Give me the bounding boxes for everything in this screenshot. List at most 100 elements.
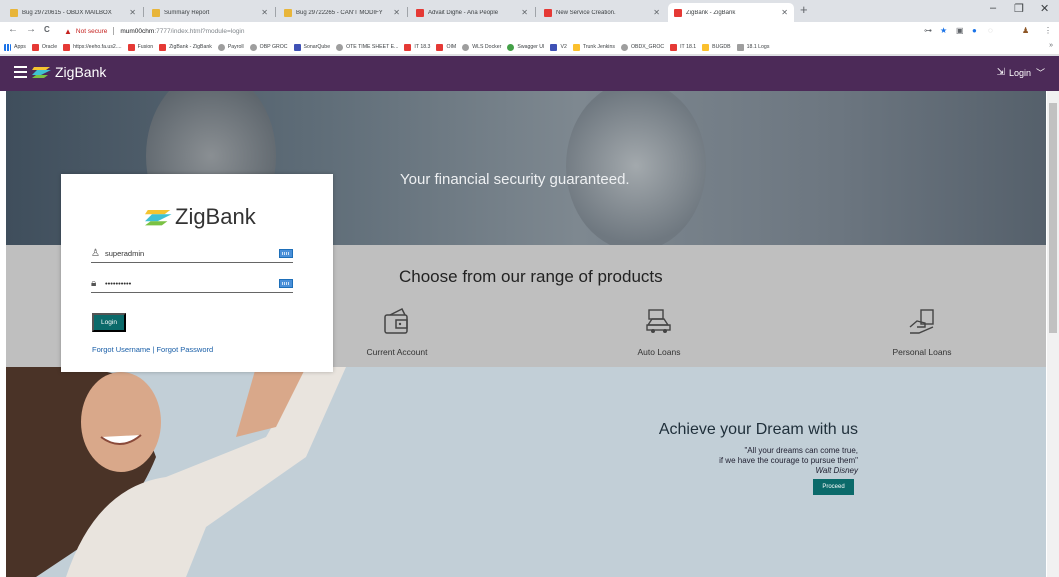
virtual-keyboard-icon[interactable] <box>279 279 293 288</box>
scrollbar-thumb[interactable] <box>1049 103 1057 333</box>
bookmark-label: Trunk Jenkins <box>582 44 615 50</box>
bookmark-label: OTE TIME SHEET E... <box>346 44 399 50</box>
warning-icon: ▲ <box>64 26 72 36</box>
bookmark-label: V2 <box>560 44 567 50</box>
browser-toolbar: ← → C ▲ Not secure mum00chm :7777/index.… <box>0 22 1059 40</box>
oracle-icon <box>544 8 552 17</box>
dream-section: Achieve your Dream with us "All your dre… <box>6 367 1046 577</box>
tab-summary-report[interactable]: Summary Report ✕ <box>146 3 274 22</box>
bookmark-fusion[interactable]: Fusion <box>127 43 153 51</box>
tab-title: Bug 29720615 - OBDX MAILBOX <box>22 9 112 16</box>
username-field[interactable]: ♙ superadmin <box>91 245 293 263</box>
current-account-icon <box>384 307 408 334</box>
auto-loans-icon <box>646 309 671 333</box>
forgot-credentials-link[interactable]: Forgot Username | Forgot Password <box>92 345 213 354</box>
menu-dots-icon[interactable]: ⋮ <box>1044 26 1052 35</box>
tab-bug-29720615[interactable]: Bug 29720615 - OBDX MAILBOX ✕ <box>4 3 142 22</box>
tab-zigbank[interactable]: ZigBank - ZigBank ✕ <box>668 3 794 22</box>
bugzilla-icon <box>152 8 160 17</box>
close-tab-icon[interactable]: ✕ <box>653 8 660 17</box>
close-tab-icon[interactable]: ✕ <box>781 8 788 17</box>
header-login-button[interactable]: ⇲ Login ﹀ <box>997 66 1045 79</box>
product-label: Personal Loans <box>892 347 952 357</box>
tab-bug-29722265[interactable]: Bug 29722265 - CAN'T MODIFY ✕ <box>278 3 406 22</box>
close-tab-icon[interactable]: ✕ <box>393 8 400 17</box>
jenkins-icon <box>572 43 580 51</box>
forward-button[interactable]: → <box>26 24 36 35</box>
product-personal-loans[interactable]: Personal Loans <box>872 307 972 357</box>
login-card: ZigBank ♙ superadmin 🔒︎ •••••••••• Login… <box>61 174 333 372</box>
oracle-icon <box>404 43 412 51</box>
hamburger-menu-icon[interactable] <box>14 66 27 78</box>
oracle-icon <box>63 43 71 51</box>
profile-avatar-icon[interactable]: ♟ <box>1022 26 1029 35</box>
bookmark-label: ZigBank - ZigBank <box>169 44 212 50</box>
close-tab-icon[interactable]: ✕ <box>129 8 136 17</box>
bookmarks-overflow-button[interactable]: » <box>1049 42 1053 49</box>
product-label: Current Account <box>366 347 428 357</box>
back-button[interactable]: ← <box>8 24 18 35</box>
proceed-button[interactable]: Proceed <box>813 479 854 495</box>
hero-tagline: Your financial security guaranteed. <box>400 171 630 188</box>
close-tab-icon[interactable]: ✕ <box>521 8 528 17</box>
page-scrollbar[interactable] <box>1047 91 1059 577</box>
new-tab-button[interactable]: + <box>800 2 808 17</box>
bookmark-trunk-jenkins[interactable]: Trunk Jenkins <box>572 43 615 51</box>
star-icon[interactable]: ★ <box>940 26 947 35</box>
tab-new-service-creation[interactable]: New Service Creation. ✕ <box>538 3 666 22</box>
bookmark-it-18-1[interactable]: IT 18.1 <box>670 43 696 51</box>
password-field[interactable]: 🔒︎ •••••••••• <box>91 275 293 293</box>
bookmark-zigbank[interactable]: ZigBank - ZigBank <box>159 43 212 51</box>
bookmark-label: Oracle <box>41 44 58 50</box>
password-value[interactable]: •••••••••• <box>105 279 279 288</box>
extension-icon[interactable]: ● <box>972 26 977 35</box>
close-tab-icon[interactable]: ✕ <box>261 8 268 17</box>
tab-title: New Service Creation. <box>556 9 616 16</box>
brand-logo[interactable]: ZigBank <box>32 64 106 80</box>
bugzilla-icon <box>702 43 710 51</box>
bookmark-v2[interactable]: V2 <box>550 43 567 51</box>
virtual-keyboard-icon[interactable] <box>279 249 293 258</box>
username-value[interactable]: superadmin <box>105 249 279 258</box>
bookmark-18-1-logs[interactable]: 18.1 Logs <box>736 43 770 51</box>
bookmark-obdx-groc[interactable]: OBDX_GROC <box>620 43 664 51</box>
product-current-account[interactable]: Current Account <box>347 307 447 357</box>
extension-icon[interactable]: ◌ <box>988 26 993 35</box>
bookmark-oracle[interactable]: Oracle <box>31 43 58 51</box>
reload-button[interactable]: C <box>44 25 50 34</box>
extension-icon[interactable]: ▣ <box>956 26 964 35</box>
lock-icon: 🔒︎ <box>91 278 97 289</box>
bookmark-bugdb[interactable]: BUGDB <box>702 43 731 51</box>
quote-line: "All your dreams can come true, <box>744 446 858 455</box>
tab-title: Bug 29722265 - CAN'T MODIFY <box>296 9 383 16</box>
tab-aria-people[interactable]: Advait Dighe - Aria People ✕ <box>410 3 534 22</box>
url-path: :7777/index.html?module=login <box>154 27 245 35</box>
bookmark-eeho[interactable]: https://eeho.fa.us2.... <box>63 43 122 51</box>
bookmark-it-18-3[interactable]: IT 18.3 <box>404 43 430 51</box>
bookmark-ote-timesheet[interactable]: OTE TIME SHEET E... <box>336 43 399 51</box>
bracket-icon <box>620 43 628 51</box>
close-window-button[interactable]: ✕ <box>1040 2 1049 15</box>
oracle-icon <box>416 8 424 17</box>
bookmark-wls-docker[interactable]: WLS Docker <box>462 43 501 51</box>
brand-name: ZigBank <box>55 64 107 80</box>
minimize-button[interactable]: – <box>990 2 996 14</box>
login-button[interactable]: Login <box>92 313 126 332</box>
bookmark-label: 18.1 Logs <box>746 44 770 50</box>
maximize-button[interactable]: ❐ <box>1014 2 1024 15</box>
swagger-icon <box>507 43 515 51</box>
product-auto-loans[interactable]: Auto Loans <box>609 307 709 357</box>
bookmark-sonarqube[interactable]: SonarQube <box>293 43 330 51</box>
bookmark-obp-groc[interactable]: OBP GROC <box>249 43 288 51</box>
bookmark-payroll[interactable]: Payroll <box>217 43 244 51</box>
bookmark-apps[interactable]: Apps <box>4 43 26 51</box>
quote-author: Walt Disney <box>815 466 858 475</box>
address-bar[interactable]: ▲ Not secure mum00chm :7777/index.html?m… <box>64 24 924 38</box>
key-icon[interactable]: ⊶ <box>924 26 932 35</box>
bookmark-oim[interactable]: OIM <box>436 43 456 51</box>
bookmark-swagger[interactable]: Swagger UI <box>507 43 544 51</box>
not-secure-label[interactable]: Not secure <box>76 28 107 35</box>
oracle-icon <box>31 43 39 51</box>
bookmark-label: BUGDB <box>712 44 731 50</box>
hero-photo <box>566 91 706 245</box>
